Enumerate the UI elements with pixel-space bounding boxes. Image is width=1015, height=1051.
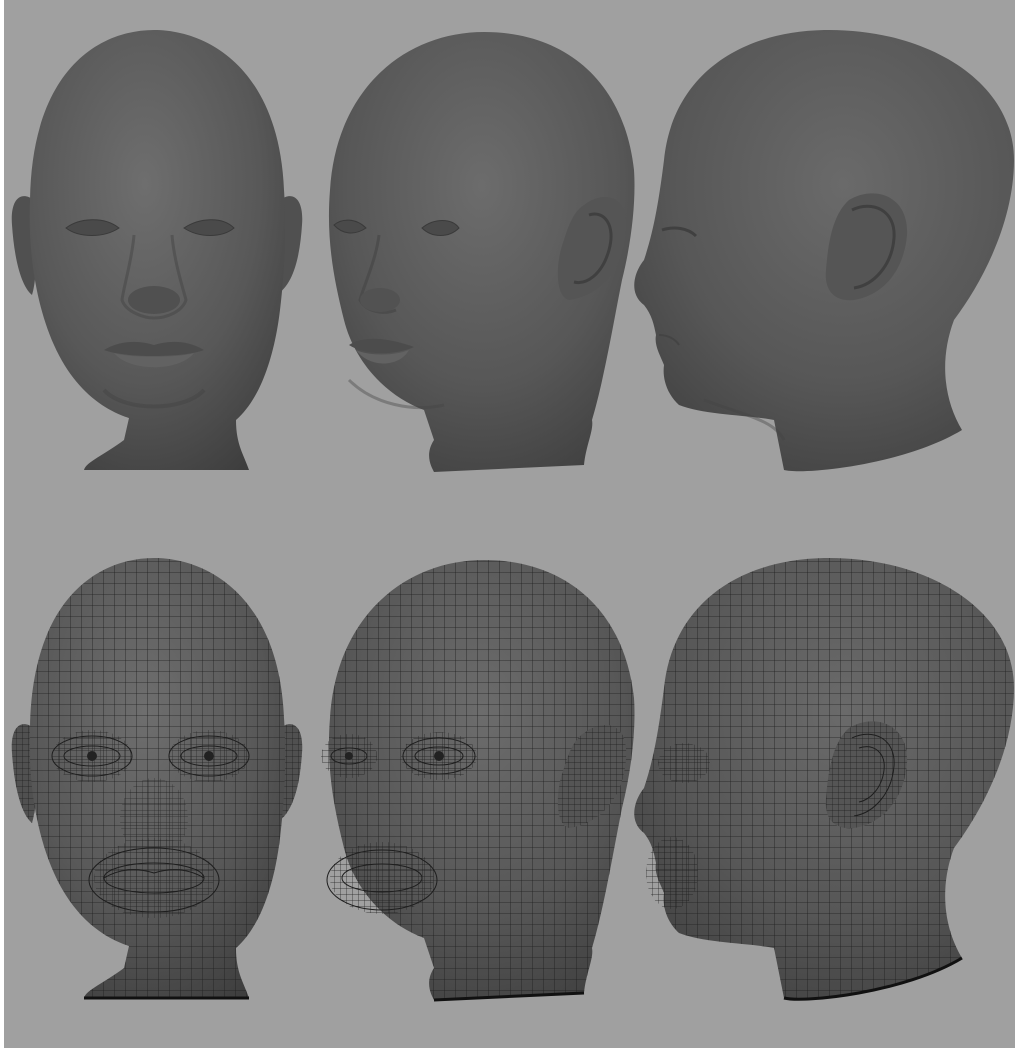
wireframe-three-quarter-view[interactable]	[321, 560, 635, 1002]
smooth-profile-view[interactable]	[634, 29, 1014, 472]
wireframe-front-view[interactable]	[11, 558, 303, 1000]
smooth-three-quarter-view[interactable]	[328, 32, 635, 472]
smooth-front-view[interactable]	[11, 30, 303, 470]
3d-viewport[interactable]	[4, 0, 1015, 1051]
wireframe-profile-view[interactable]	[634, 557, 1014, 1001]
head-render-scene	[11, 29, 1014, 1002]
